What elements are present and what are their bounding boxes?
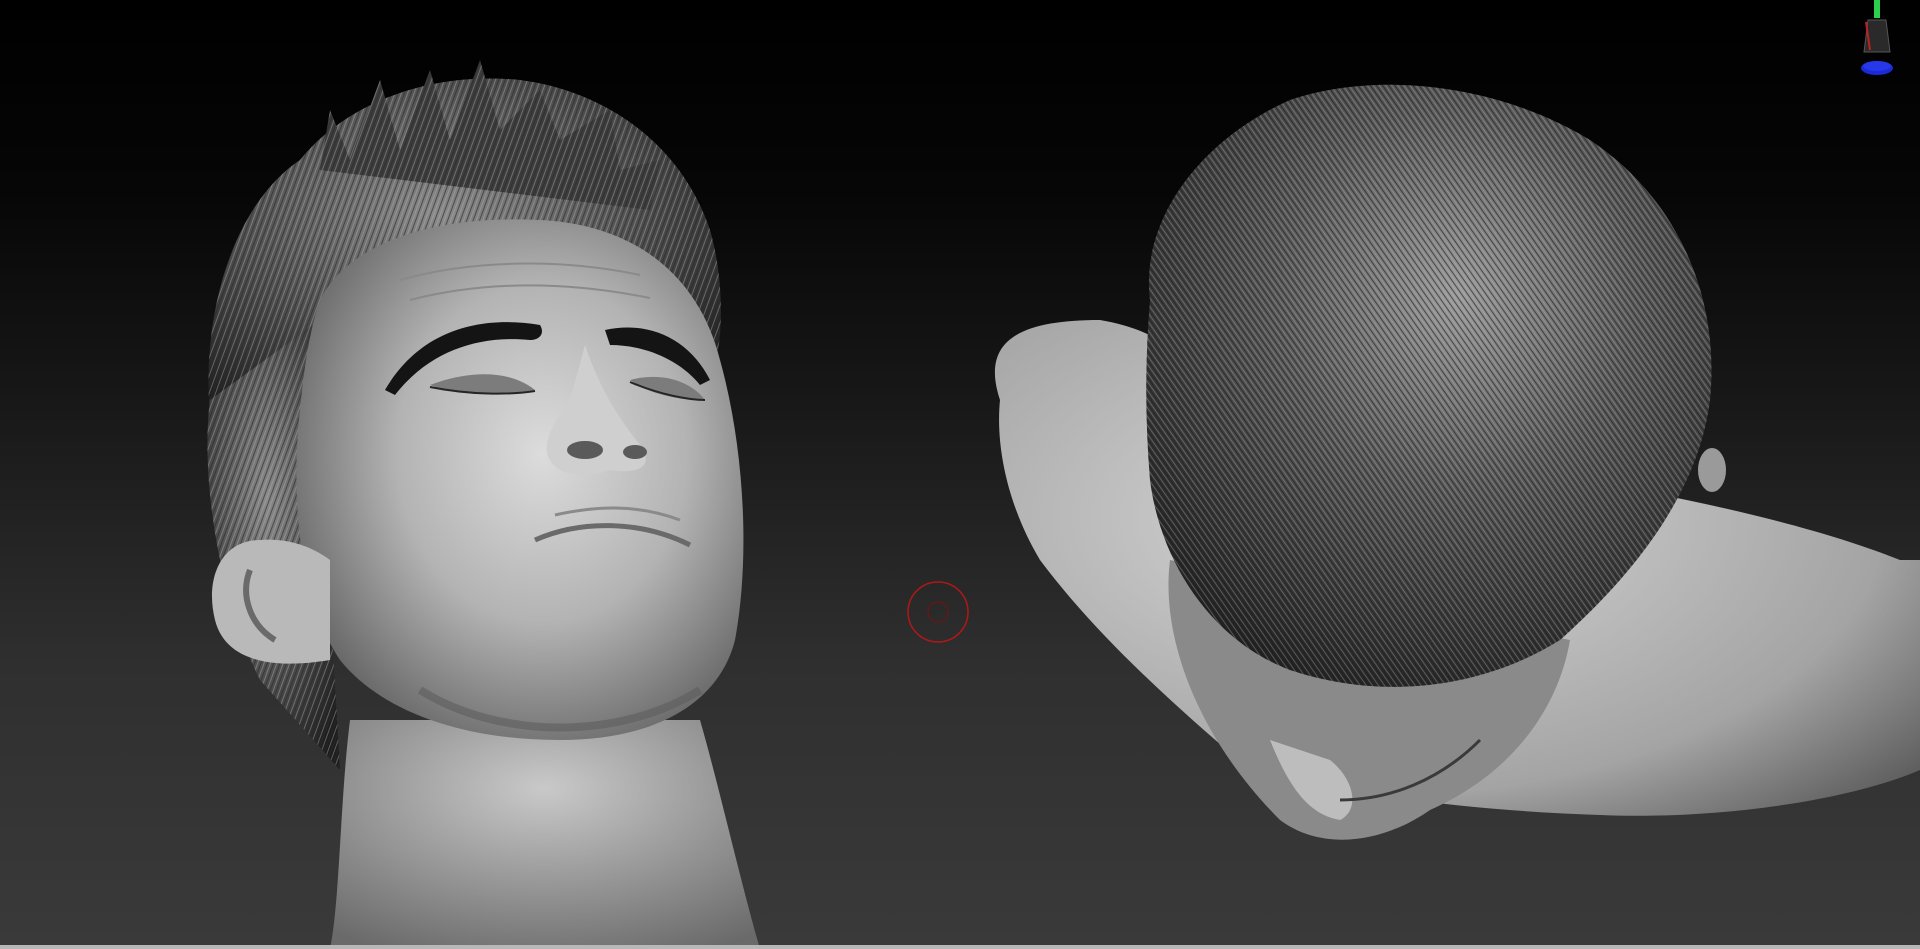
- brush-cursor-icon: [907, 581, 969, 643]
- axis-gizmo-icon[interactable]: [1852, 0, 1902, 80]
- viewport-scene: [207, 60, 1920, 949]
- viewport-bottom-edge: [0, 945, 1920, 949]
- head-front-model[interactable]: [207, 60, 760, 949]
- head-top-model[interactable]: [994, 84, 1920, 840]
- 3d-viewport[interactable]: [0, 0, 1920, 949]
